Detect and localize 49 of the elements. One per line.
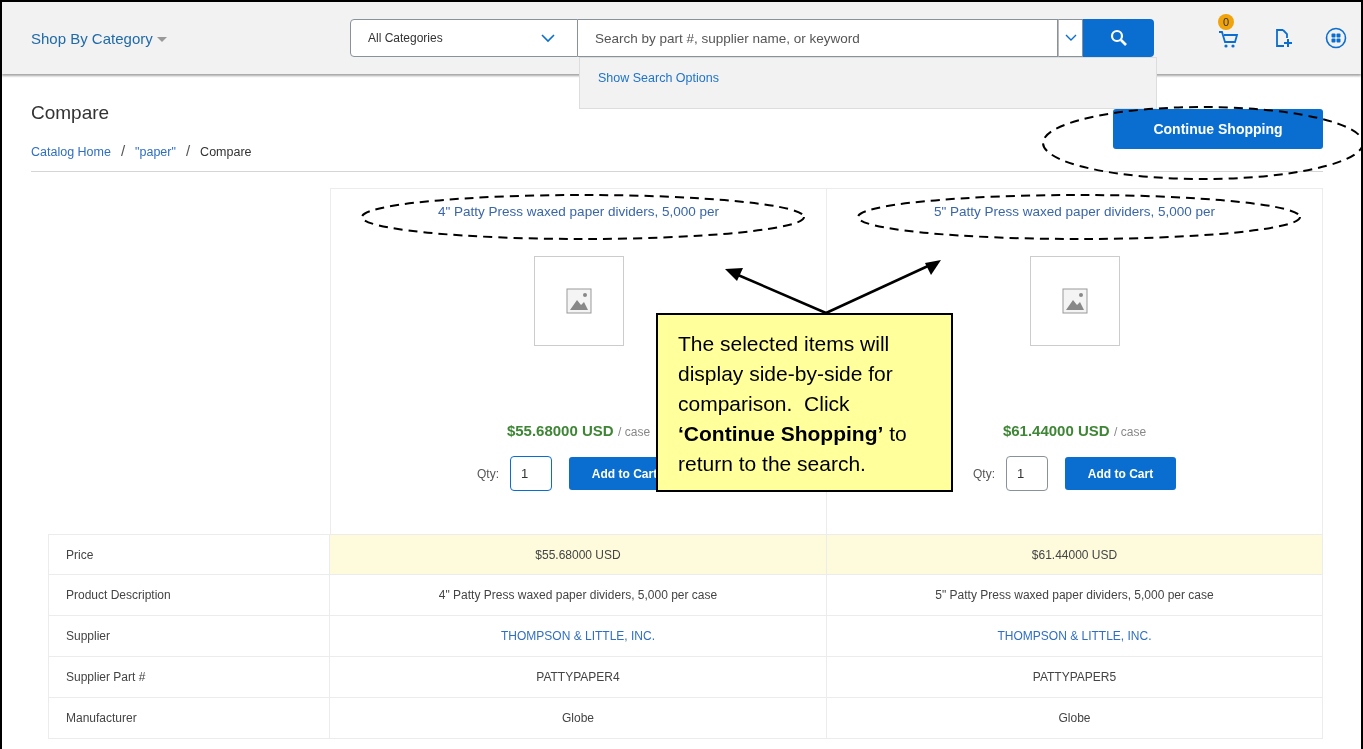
price-unit: / case [618, 425, 651, 439]
attribute-label: Product Description [48, 575, 330, 616]
product-title-link[interactable]: 4" Patty Press waxed paper dividers, 5,000 per [438, 204, 719, 219]
breadcrumb-link[interactable]: "paper" [135, 145, 176, 159]
search-dropdown-toggle[interactable] [1058, 19, 1083, 57]
supplier-link[interactable]: THOMPSON & LITTLE, INC. [997, 629, 1152, 643]
caret-icon [156, 36, 167, 42]
qty-field[interactable]: 1 [510, 456, 552, 491]
search-field[interactable]: Search by part #, supplier name, or keyword [578, 19, 1058, 57]
attribute-label: Supplier [48, 616, 330, 657]
breadcrumb-separator: / [120, 142, 126, 159]
breadcrumb-link[interactable]: Catalog Home [31, 145, 111, 159]
show-search-options-link[interactable]: Show Search Options [598, 71, 719, 85]
search-icon [1109, 29, 1128, 47]
supplier-link[interactable]: THOMPSON & LITTLE, INC. [501, 629, 655, 643]
table-cell: $55.68000 USD [330, 534, 827, 575]
cart-icon[interactable] [1217, 28, 1239, 50]
shop-by-category-menu[interactable]: Shop By Category [31, 29, 349, 47]
image-icon [565, 288, 592, 314]
chevron-down-icon [1064, 34, 1077, 42]
table-cell: 4" Patty Press waxed paper dividers, 5,000 per case [330, 575, 827, 616]
apps-grid-icon[interactable] [1325, 27, 1347, 49]
table-cell: PATTYPAPER4 [330, 657, 827, 698]
table-cell: 5" Patty Press waxed paper dividers, 5,000 per case [827, 575, 1323, 616]
search-button[interactable] [1083, 19, 1154, 57]
add-to-cart-button[interactable]: Add to Cart [1065, 457, 1176, 490]
qty-field[interactable]: 1 [1006, 456, 1048, 491]
cart-count-badge: 0 [1218, 14, 1234, 30]
breadcrumb-current: Compare [200, 145, 252, 159]
image-icon [1061, 288, 1088, 314]
price-unit: / case [1114, 425, 1147, 439]
category-select[interactable]: All Categories [350, 19, 578, 57]
continue-shopping-button[interactable]: Continue Shopping [1113, 109, 1323, 149]
table-cell: PATTYPAPER5 [827, 657, 1323, 698]
attribute-label: Manufacturer [48, 698, 330, 739]
chevron-down-icon [541, 33, 555, 43]
qty-label: Qty: [477, 466, 499, 481]
product-title-link[interactable]: 5" Patty Press waxed paper dividers, 5,000 per [934, 204, 1215, 219]
page-title: Compare [31, 102, 111, 124]
table-cell: Globe [827, 698, 1323, 739]
qty-label: Qty: [973, 466, 995, 481]
product-price: $61.44000 USD [1002, 422, 1110, 439]
table-cell: $61.44000 USD [827, 534, 1323, 575]
attribute-label: Supplier Part # [48, 657, 330, 698]
product-price: $55.68000 USD [506, 422, 614, 439]
attribute-label: Price [48, 534, 330, 575]
table-cell: Globe [330, 698, 827, 739]
callout-tooltip: The selected items will display side-by-side for comparison. Click ‘Continue Shopping’ to return to the search. [656, 313, 953, 492]
breadcrumb-separator: / [185, 142, 191, 159]
